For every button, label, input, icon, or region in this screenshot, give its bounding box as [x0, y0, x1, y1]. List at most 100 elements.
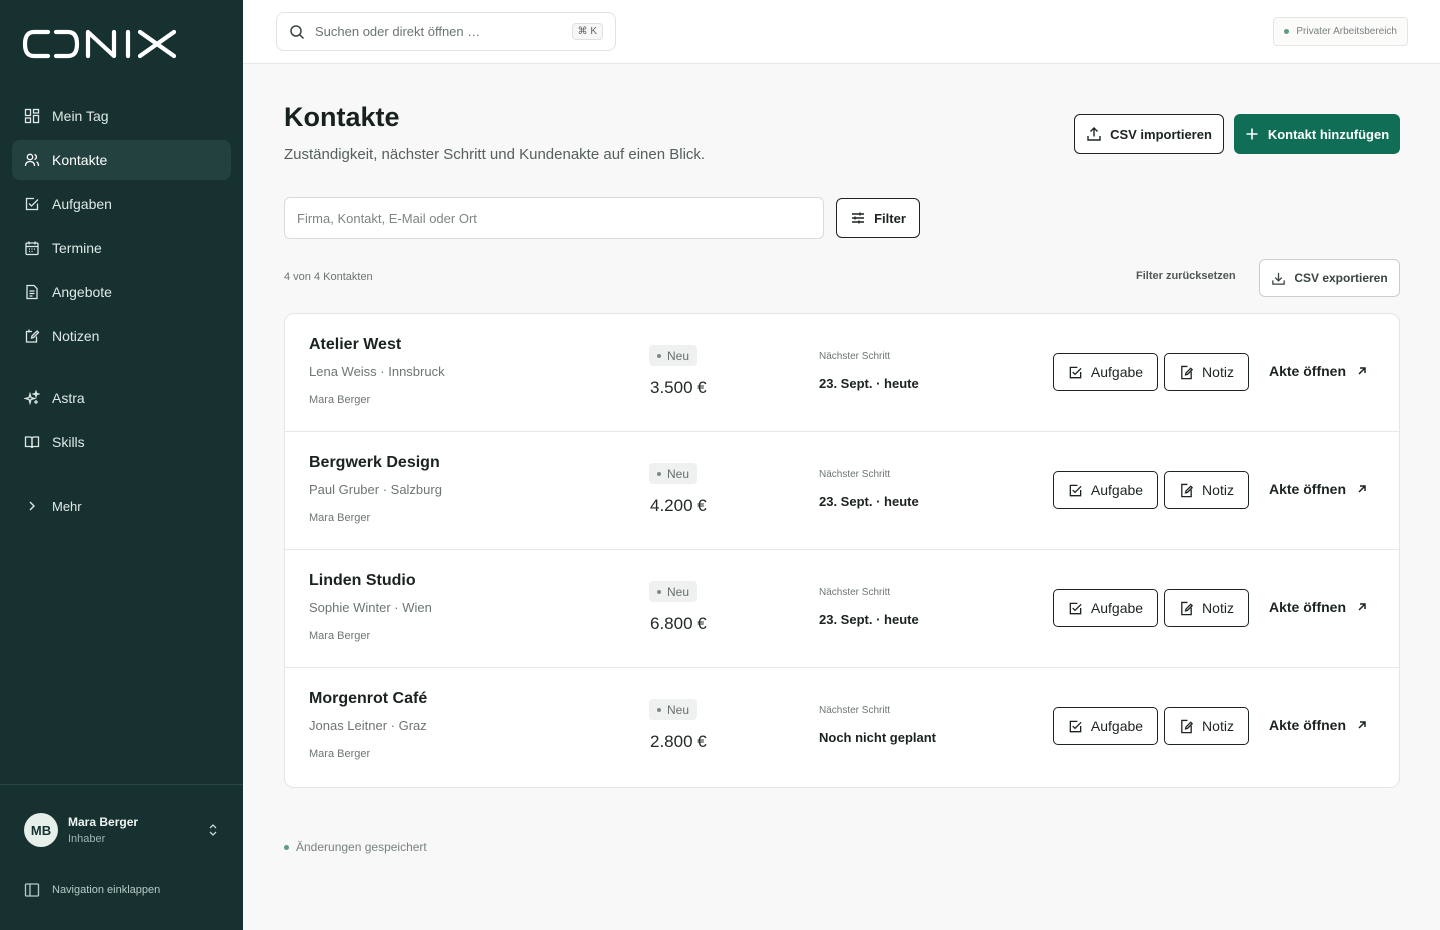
save-status-label: Änderungen gespeichert: [296, 840, 427, 854]
reset-filter-link[interactable]: Filter zurücksetzen: [1136, 270, 1236, 282]
search-input[interactable]: [315, 24, 572, 39]
checkbox-icon: [1069, 720, 1082, 732]
next-step-value: Noch nicht geplant: [819, 730, 936, 745]
download-icon: [1272, 272, 1286, 285]
global-search[interactable]: ⌘ K: [276, 12, 616, 51]
open-file-link[interactable]: Akte öffnen: [1269, 599, 1368, 615]
secondary-nav: Astra Skills: [12, 378, 231, 466]
add-task-button[interactable]: Aufgabe: [1053, 353, 1158, 391]
open-file-link[interactable]: Akte öffnen: [1269, 363, 1368, 379]
open-file-label: Akte öffnen: [1269, 481, 1346, 497]
document-icon: [24, 284, 40, 300]
open-file-label: Akte öffnen: [1269, 363, 1346, 379]
sidebar-item-kontakte[interactable]: Kontakte: [12, 140, 231, 180]
status-badge: Neu: [649, 581, 698, 602]
note-edit-icon: [1181, 483, 1194, 497]
chevron-up-down-icon[interactable]: [206, 823, 220, 837]
page-title: Kontakte: [284, 102, 400, 132]
sidebar-item-label: Astra: [52, 390, 85, 406]
main-nav: Mein Tag Kontakte Aufgaben Termine Angeb…: [12, 96, 231, 360]
note-edit-icon: [1181, 365, 1194, 379]
table-row: Morgenrot Café Jonas Leitner · Graz Mara…: [285, 668, 1399, 786]
owner-name: Mara Berger: [309, 748, 371, 760]
more-section: Mehr: [12, 486, 231, 530]
sidebar-item-termine[interactable]: Termine: [12, 228, 231, 268]
csv-export-button[interactable]: CSV exportieren: [1259, 259, 1400, 297]
deal-amount: 4.200 €: [650, 496, 707, 515]
company-name[interactable]: Morgenrot Café: [309, 690, 427, 708]
contact-person: Lena Weiss · Innsbruck: [309, 364, 445, 379]
sliders-icon: [852, 212, 865, 224]
open-file-label: Akte öffnen: [1269, 599, 1346, 615]
note-edit-icon: [1181, 719, 1194, 733]
sidebar-item-astra[interactable]: Astra: [12, 378, 231, 418]
csv-export-label: CSV exportieren: [1294, 271, 1388, 285]
sidebar-item-label: Aufgaben: [52, 196, 112, 212]
add-note-label: Notiz: [1202, 600, 1234, 616]
filter-button[interactable]: Filter: [836, 198, 920, 238]
add-note-button[interactable]: Notiz: [1164, 589, 1249, 627]
sidebar: Mein Tag Kontakte Aufgaben Termine Angeb…: [0, 0, 243, 930]
add-note-button[interactable]: Notiz: [1164, 353, 1249, 391]
company-name[interactable]: Atelier West: [309, 336, 401, 354]
status-label: Neu: [667, 702, 690, 717]
sidebar-item-skills[interactable]: Skills: [12, 422, 231, 462]
chevron-right-icon: [24, 498, 40, 514]
plus-icon: [1246, 128, 1258, 140]
sidebar-item-notizen[interactable]: Notizen: [12, 316, 231, 356]
checkbox-icon: [1069, 484, 1082, 496]
sidebar-item-label: Mehr: [52, 498, 82, 514]
company-name[interactable]: Linden Studio: [309, 572, 416, 590]
add-task-button[interactable]: Aufgabe: [1053, 471, 1158, 509]
sparkles-icon: [24, 390, 40, 406]
company-name[interactable]: Bergwerk Design: [309, 454, 440, 472]
add-task-label: Aufgabe: [1090, 364, 1144, 380]
add-note-label: Notiz: [1202, 364, 1234, 380]
workspace-switcher[interactable]: Privater Arbeitsbereich: [1273, 17, 1408, 46]
next-step-label: Nächster Schritt: [819, 587, 891, 598]
contact-filter-input[interactable]: [284, 197, 824, 239]
contact-person: Jonas Leitner · Graz: [309, 718, 427, 733]
owner-name: Mara Berger: [309, 512, 371, 524]
sidebar-item-mehr[interactable]: Mehr: [12, 486, 231, 526]
sidebar-item-label: Skills: [52, 434, 85, 450]
next-step-value: 23. Sept. · heute: [819, 494, 919, 509]
deal-amount: 3.500 €: [650, 378, 707, 397]
status-badge: Neu: [649, 699, 698, 720]
brand-logo[interactable]: [22, 28, 178, 60]
next-step-label: Nächster Schritt: [819, 705, 891, 716]
shortcut-hint: ⌘ K: [571, 23, 603, 40]
add-note-label: Notiz: [1202, 718, 1234, 734]
add-contact-label: Kontakt hinzufügen: [1267, 126, 1390, 142]
status-label: Neu: [667, 584, 690, 599]
collapse-nav-label: Navigation einklappen: [52, 884, 161, 896]
next-step-value: 23. Sept. · heute: [819, 376, 919, 391]
dashboard-icon: [24, 108, 40, 124]
sidebar-item-aufgaben[interactable]: Aufgaben: [12, 184, 231, 224]
save-status: Änderungen gespeichert: [284, 840, 427, 854]
add-note-label: Notiz: [1202, 482, 1234, 498]
csv-import-button[interactable]: CSV importieren: [1074, 114, 1224, 154]
add-contact-button[interactable]: Kontakt hinzufügen: [1234, 114, 1400, 154]
add-task-button[interactable]: Aufgabe: [1053, 589, 1158, 627]
add-task-label: Aufgabe: [1090, 482, 1144, 498]
add-note-button[interactable]: Notiz: [1164, 471, 1249, 509]
add-note-button[interactable]: Notiz: [1164, 707, 1249, 745]
topbar: ⌘ K Privater Arbeitsbereich: [243, 0, 1440, 64]
contact-list: Atelier West Lena Weiss · Innsbruck Mara…: [284, 313, 1400, 788]
deal-amount: 2.800 €: [650, 732, 707, 751]
status-badge: Neu: [649, 463, 698, 484]
status-label: Neu: [667, 466, 690, 481]
next-step-value: 23. Sept. · heute: [819, 612, 919, 627]
sidebar-item-angebote[interactable]: Angebote: [12, 272, 231, 312]
sidebar-panel-icon: [24, 883, 40, 897]
add-task-button[interactable]: Aufgabe: [1053, 707, 1158, 745]
sidebar-item-mein-tag[interactable]: Mein Tag: [12, 96, 231, 136]
user-menu[interactable]: MB Mara Berger Inhaber: [24, 810, 220, 850]
owner-name: Mara Berger: [309, 394, 371, 406]
open-file-link[interactable]: Akte öffnen: [1269, 481, 1368, 497]
sidebar-item-label: Mein Tag: [52, 108, 109, 124]
next-step-label: Nächster Schritt: [819, 351, 891, 362]
collapse-nav-button[interactable]: Navigation einklappen: [24, 882, 160, 898]
open-file-link[interactable]: Akte öffnen: [1269, 717, 1368, 733]
